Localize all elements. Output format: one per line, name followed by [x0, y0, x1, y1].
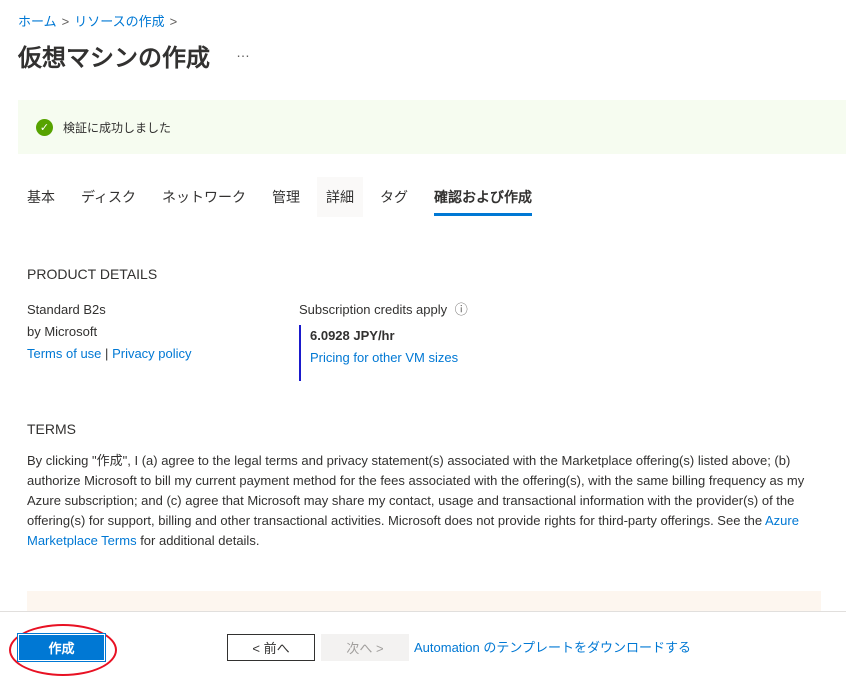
tab-review-create[interactable]: 確認および作成 — [425, 177, 541, 217]
pricing-link[interactable]: Pricing for other VM sizes — [310, 350, 458, 365]
breadcrumb-create-resource[interactable]: リソースの作成 — [74, 14, 164, 29]
tab-management[interactable]: 管理 — [263, 177, 309, 217]
tab-bar: 基本 ディスク ネットワーク 管理 詳細 タグ 確認および作成 — [18, 177, 549, 217]
warning-banner — [27, 591, 821, 611]
terms-of-use-link[interactable]: Terms of use — [27, 346, 101, 361]
product-publisher: by Microsoft — [27, 324, 98, 339]
footer-bar: 作成 < 前へ 次へ > Automation のテンプレートをダウンロードする — [0, 611, 846, 677]
check-circle-icon: ✓ — [36, 118, 53, 136]
link-separator: | — [105, 346, 109, 361]
breadcrumb-separator: > — [169, 14, 178, 29]
price-value: 6.0928 JPY/hr — [310, 328, 395, 343]
more-options-button[interactable]: … — [236, 44, 250, 60]
tab-networking[interactable]: ネットワーク — [153, 177, 255, 217]
create-button[interactable]: 作成 — [17, 633, 106, 662]
banner-text: 検証に成功しました — [63, 120, 172, 135]
breadcrumb: ホーム > リソースの作成 > — [18, 11, 182, 30]
tab-tags[interactable]: タグ — [371, 177, 417, 217]
tab-advanced[interactable]: 詳細 — [317, 177, 364, 217]
breadcrumb-home[interactable]: ホーム — [18, 14, 57, 29]
page-title: 仮想マシンの作成 — [18, 45, 210, 72]
download-template-link[interactable]: Automation のテンプレートをダウンロードする — [414, 637, 691, 656]
breadcrumb-separator: > — [61, 14, 70, 29]
credits-text: Subscription credits apply — [299, 302, 448, 317]
product-details-heading: PRODUCT DETAILS — [27, 266, 158, 282]
previous-button[interactable]: < 前へ — [227, 634, 315, 661]
terms-heading: TERMS — [27, 421, 76, 437]
privacy-policy-link[interactable]: Privacy policy — [112, 346, 191, 361]
info-icon[interactable]: ⓘ — [455, 302, 468, 317]
tab-basics[interactable]: 基本 — [18, 177, 64, 217]
product-info: Standard B2s by Microsoft Terms of use |… — [27, 299, 192, 365]
terms-body-end: for additional details. — [136, 533, 260, 548]
price-block: 6.0928 JPY/hr Pricing for other VM sizes — [299, 325, 458, 381]
product-name: Standard B2s — [27, 302, 106, 317]
validation-banner: ✓ 検証に成功しました — [18, 100, 846, 154]
next-button[interactable]: 次へ > — [321, 634, 409, 661]
credits-label: Subscription credits apply ⓘ — [299, 299, 468, 321]
tab-disks[interactable]: ディスク — [72, 177, 145, 217]
terms-body: By clicking "作成", I (a) agree to the leg… — [27, 453, 805, 528]
terms-text: By clicking "作成", I (a) agree to the leg… — [27, 451, 817, 551]
